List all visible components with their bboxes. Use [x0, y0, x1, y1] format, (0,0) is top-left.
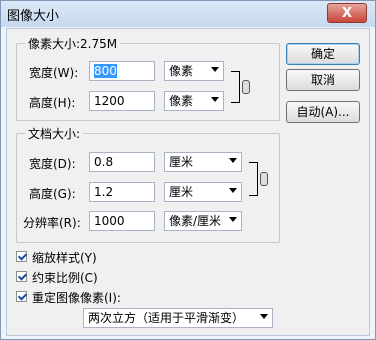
- chevron-down-icon: [211, 97, 219, 102]
- chevron-down-icon: [260, 314, 268, 319]
- chevron-down-icon: [229, 217, 237, 222]
- chevron-down-icon: [211, 67, 219, 72]
- pixel-dimensions-group: 像素大小:2.75M 宽度(W): 800 像素 高度(H): 1200 像素: [16, 35, 280, 121]
- checkmark-icon: [16, 251, 27, 262]
- chevron-down-icon: [229, 188, 237, 193]
- link-bracket: [231, 71, 240, 103]
- checkmark-icon: [16, 271, 27, 282]
- resolution-input[interactable]: 1000: [89, 211, 155, 231]
- pixel-height-label: 高度(H):: [29, 96, 76, 110]
- cancel-button[interactable]: 取消: [286, 69, 360, 91]
- document-size-label: 文档大小:: [25, 125, 84, 142]
- link-bracket: [249, 162, 258, 196]
- scale-styles-checkbox[interactable]: 缩放样式(Y): [16, 249, 216, 265]
- chevron-down-icon: [229, 158, 237, 163]
- ok-button[interactable]: 确定: [286, 43, 360, 65]
- dialog-body: 像素大小:2.75M 宽度(W): 800 像素 高度(H): 1200 像素 …: [6, 28, 370, 336]
- doc-height-label: 高度(G):: [29, 187, 76, 201]
- chain-link-icon: [242, 80, 250, 94]
- constrain-proportions-label: 约束比例(C): [32, 271, 98, 285]
- doc-width-unit-select[interactable]: 厘米: [164, 152, 242, 172]
- resolution-unit-select[interactable]: 像素/厘米: [164, 211, 242, 231]
- image-size-dialog: 图像大小 X 像素大小:2.75M 宽度(W): 800 像素 高度(H): 1…: [0, 0, 376, 340]
- pixel-dimensions-label: 像素大小:2.75M: [25, 35, 121, 52]
- document-size-group: 文档大小: 宽度(D): 0.8 厘米 高度(G): 1.2 厘米 分辨率(R)…: [16, 125, 280, 243]
- pixel-height-input[interactable]: 1200: [89, 91, 155, 111]
- chain-link-icon: [260, 172, 268, 186]
- resample-checkbox[interactable]: 重定图像像素(I):: [16, 289, 216, 305]
- title-bar: 图像大小 X: [1, 1, 375, 27]
- doc-width-label: 宽度(D):: [29, 157, 76, 171]
- pixel-width-unit-select[interactable]: 像素: [164, 61, 224, 81]
- scale-styles-label: 缩放样式(Y): [32, 251, 97, 265]
- resolution-label: 分辨率(R):: [23, 216, 81, 230]
- doc-height-unit-select[interactable]: 厘米: [164, 182, 242, 202]
- close-button[interactable]: X: [327, 3, 367, 23]
- checkmark-icon: [16, 291, 27, 302]
- pixel-height-unit-select[interactable]: 像素: [164, 91, 224, 111]
- resample-method-select[interactable]: 两次立方（适用于平滑渐变）: [83, 308, 273, 328]
- constrain-proportions-checkbox[interactable]: 约束比例(C): [16, 269, 216, 285]
- doc-width-input[interactable]: 0.8: [89, 152, 155, 172]
- doc-height-input[interactable]: 1.2: [89, 182, 155, 202]
- auto-button[interactable]: 自动(A)...: [286, 101, 360, 123]
- dialog-title: 图像大小: [7, 9, 60, 24]
- resample-label: 重定图像像素(I):: [32, 291, 121, 305]
- pixel-width-label: 宽度(W):: [29, 66, 79, 80]
- pixel-width-input[interactable]: 800: [89, 61, 155, 81]
